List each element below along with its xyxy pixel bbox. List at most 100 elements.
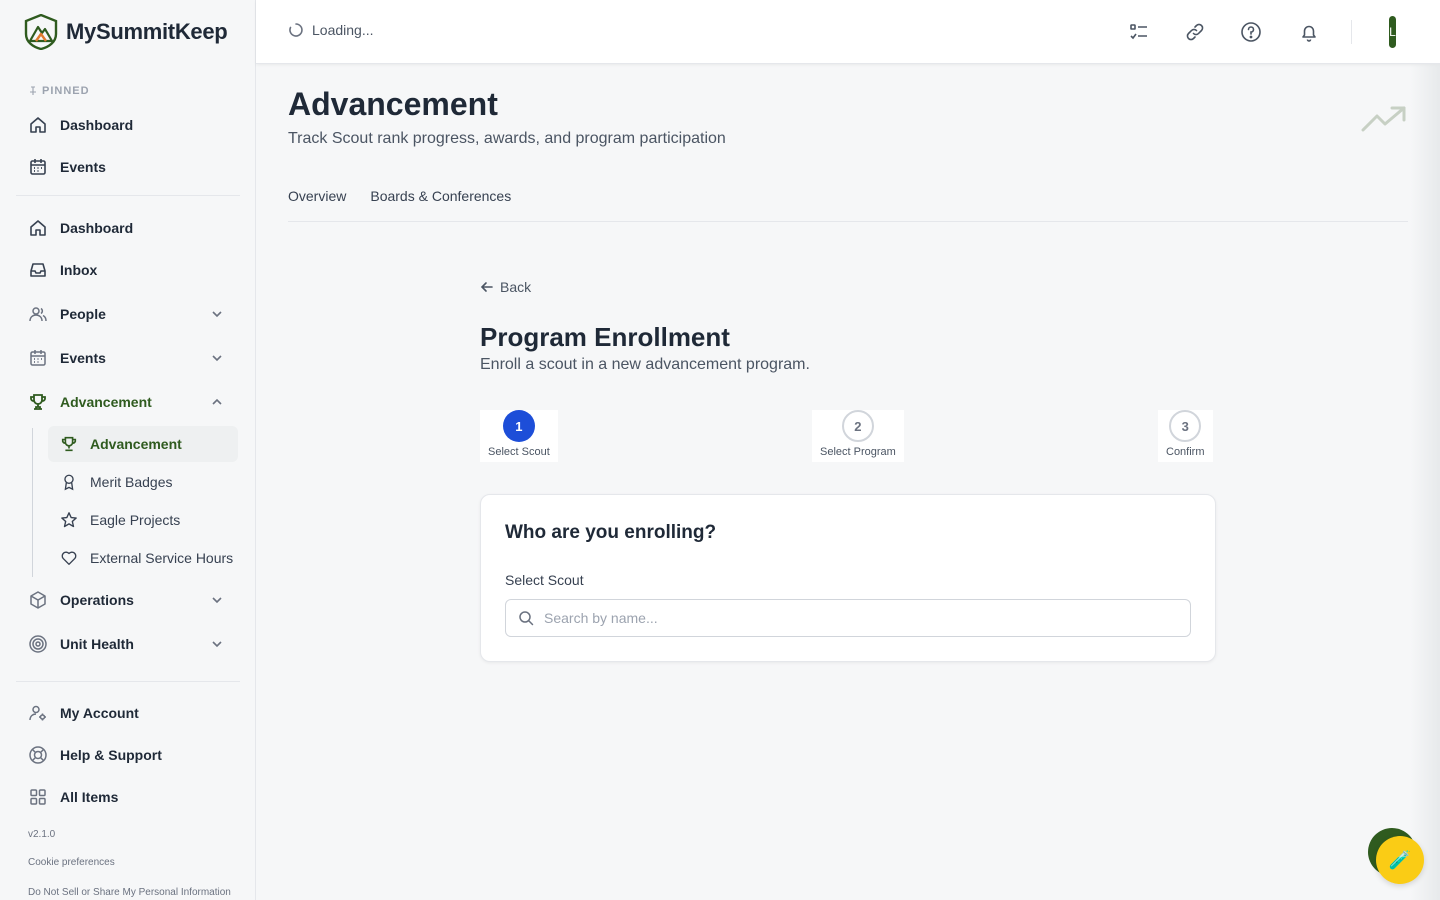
box-icon [28,590,48,610]
pinned-item-dashboard[interactable]: Dashboard [16,106,240,144]
brand-name: MySummitKeep [66,19,228,44]
mountain-logo-icon [24,13,58,51]
pinned-section-label: PINNED [28,85,90,97]
step-label: Select Scout [488,446,550,458]
ribbon-icon [60,473,78,491]
pinned-item-events[interactable]: Events [16,148,240,186]
nav-label: Dashboard [60,220,134,236]
sidebar-item-unit-health[interactable]: Unit Health [16,625,240,663]
test-tube-icon: 🧪 [1388,849,1412,870]
enrollment-card: Who are you enrolling? Select Scout [480,494,1216,662]
lifebuoy-icon [28,745,48,765]
home-icon [28,115,48,135]
nav-label: Events [60,159,106,175]
sidebar: MySummitKeep PINNED Dashboard Events Das… [0,0,256,900]
subnav-label: Advancement [90,436,182,452]
back-label: Back [500,279,532,295]
trending-up-icon [1360,104,1408,136]
users-icon [28,304,48,324]
nav-label: People [60,306,106,322]
top-bar: Loading... L [256,0,1440,64]
scout-search-field[interactable] [505,599,1191,637]
brand[interactable]: MySummitKeep [24,13,228,51]
step-confirm: 3 Confirm [1158,410,1213,462]
nav-label: Unit Health [60,636,134,652]
star-icon [60,511,78,529]
subnav-eagle-projects[interactable]: Eagle Projects [48,502,238,538]
sidebar-item-operations[interactable]: Operations [16,581,240,619]
subnav-label: Merit Badges [90,474,173,490]
grid-icon [28,787,48,807]
page-subtitle: Track Scout rank progress, awards, and p… [288,130,726,147]
test-tube-fab[interactable]: 🧪 [1376,836,1424,884]
nav-label: My Account [60,705,139,721]
page-tabs: Overview Boards & Conferences [288,188,511,204]
nav-label: Operations [60,592,134,608]
chevron-down-icon[interactable] [210,307,224,321]
arrow-left-icon [480,282,493,292]
step-number: 3 [1169,410,1202,442]
trophy-icon [60,435,78,453]
nav-label: All Items [60,789,119,805]
sidebar-item-people[interactable]: People [16,295,240,333]
sidebar-divider [16,195,240,196]
tab-overview[interactable]: Overview [288,188,346,204]
subnav-label: Eagle Projects [90,512,181,528]
sidebar-item-advancement[interactable]: Advancement [16,383,240,421]
avatar[interactable]: L [1389,16,1396,48]
loading-indicator: Loading... [288,22,374,38]
subnav-advancement[interactable]: Advancement [48,426,238,462]
scroll-shadow [1410,64,1440,900]
topbar-separator [1351,20,1352,44]
submenu-line [32,428,33,577]
link-icon[interactable] [1183,20,1207,44]
bell-icon[interactable] [1297,20,1321,44]
card-title: Who are you enrolling? [505,522,717,543]
subnav-merit-badges[interactable]: Merit Badges [48,464,238,500]
page-title: Advancement [288,86,498,122]
subnav-label: External Service Hours [90,550,234,566]
scout-search-input[interactable] [544,610,1190,626]
inbox-icon [28,260,48,280]
step-number: 2 [841,410,874,442]
chevron-down-icon[interactable] [210,593,224,607]
step-select-program: 2 Select Program [812,410,904,462]
tabs-divider [288,221,1408,222]
calendar-icon [28,157,48,177]
nav-label: Inbox [60,262,98,278]
target-icon [28,634,48,654]
step-label: Confirm [1166,446,1205,458]
calendar-icon [28,348,48,368]
nav-label: Advancement [60,394,152,410]
step-select-scout: 1 Select Scout [480,410,558,462]
step-number: 1 [502,410,535,442]
sidebar-item-inbox[interactable]: Inbox [16,251,240,289]
nav-label: Help & Support [60,747,162,763]
version-text: v2.1.0 [28,829,56,840]
privacy-link[interactable]: Do Not Sell or Share My Personal Informa… [28,887,231,898]
help-icon[interactable] [1239,20,1263,44]
spinner-icon [289,23,303,37]
user-settings-icon [28,703,48,723]
sidebar-item-all-items[interactable]: All Items [16,778,240,816]
sidebar-item-help-support[interactable]: Help & Support [16,736,240,774]
enrollment-subtitle: Enroll a scout in a new advancement prog… [480,356,810,373]
chevron-down-icon[interactable] [210,637,224,651]
search-icon [519,611,534,626]
trophy-icon [28,392,48,412]
chevron-down-icon[interactable] [210,351,224,365]
enrollment-title: Program Enrollment [480,322,730,352]
subnav-external-service-hours[interactable]: External Service Hours [48,540,238,576]
heart-icon [60,549,78,567]
sidebar-item-my-account[interactable]: My Account [16,694,240,732]
select-scout-label: Select Scout [505,572,584,588]
cookie-preferences-link[interactable]: Cookie preferences [28,857,115,868]
chevron-up-icon[interactable] [210,395,224,409]
checklist-icon[interactable] [1127,20,1151,44]
tab-boards-conferences[interactable]: Boards & Conferences [370,188,511,204]
back-button[interactable]: Back [480,279,531,295]
sidebar-item-dashboard[interactable]: Dashboard [16,209,240,247]
nav-label: Dashboard [60,117,134,133]
sidebar-item-events[interactable]: Events [16,339,240,377]
nav-label: Events [60,350,106,366]
